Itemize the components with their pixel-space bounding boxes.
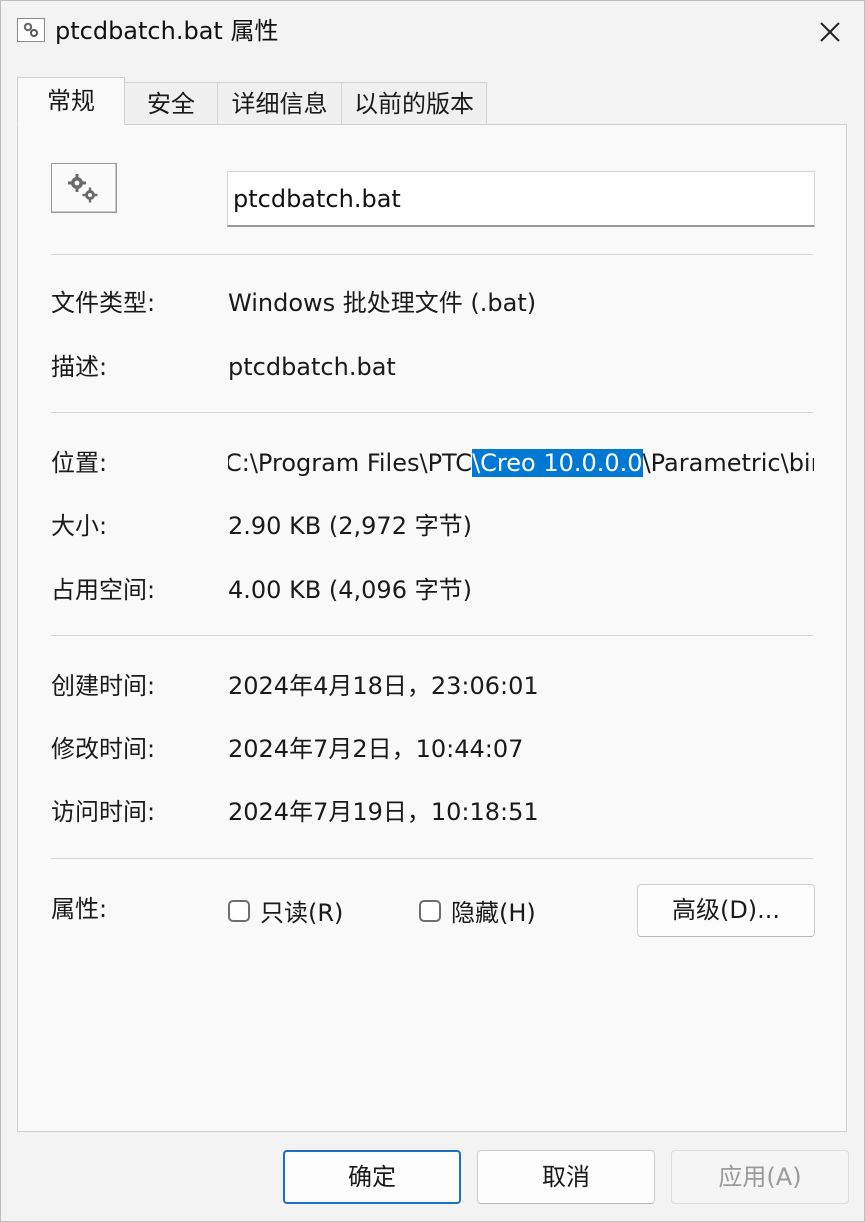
ok-button[interactable]: 确定 (283, 1150, 461, 1204)
location-text-start: C:\Program Files\PTC (228, 449, 473, 477)
hidden-label[interactable]: 隐藏(H) (451, 897, 536, 929)
size-label: 大小: (51, 512, 108, 540)
hidden-checkbox-box[interactable] (419, 900, 441, 922)
file-type-label: 文件类型: (51, 289, 156, 317)
location-label: 位置: (51, 449, 108, 477)
description-label: 描述: (51, 353, 108, 381)
divider (51, 858, 813, 859)
readonly-checkbox-box[interactable] (228, 900, 250, 922)
file-name-input[interactable] (227, 171, 815, 227)
close-button[interactable] (807, 9, 853, 55)
divider (51, 635, 813, 636)
batch-file-icon (17, 18, 45, 42)
attributes-label: 属性: (51, 895, 108, 923)
gears-icon (68, 174, 98, 203)
accessed-value: 2024年7月19日，10:18:51 (228, 798, 539, 826)
readonly-label[interactable]: 只读(R) (260, 897, 343, 929)
size-on-disk-label: 占用空间: (51, 576, 156, 604)
size-on-disk-value: 4.00 KB (4,096 字节) (228, 576, 472, 604)
size-value: 2.90 KB (2,972 字节) (228, 512, 472, 540)
window-title: ptcdbatch.bat 属性 (55, 17, 279, 45)
close-icon (820, 22, 840, 42)
accessed-label: 访问时间: (51, 798, 156, 826)
general-panel (17, 124, 847, 1132)
file-icon (51, 163, 117, 213)
tab-previous-versions[interactable]: 以前的版本 (341, 82, 487, 124)
advanced-button[interactable]: 高级(D)... (637, 884, 815, 937)
divider (51, 254, 813, 255)
location-text-end: \Parametric\bin (642, 449, 814, 477)
location-value[interactable]: C:\Program Files\PTC\Creo 10.0.0.0\Param… (228, 447, 814, 479)
file-type-value: Windows 批处理文件 (.bat) (228, 289, 537, 317)
modified-label: 修改时间: (51, 735, 156, 763)
created-value: 2024年4月18日，23:06:01 (228, 672, 539, 700)
title-bar: ptcdbatch.bat 属性 (1, 1, 864, 63)
created-label: 创建时间: (51, 672, 156, 700)
location-selection: \Creo 10.0.0.0 (472, 449, 643, 477)
tab-security[interactable]: 安全 (124, 82, 218, 124)
tab-general[interactable]: 常规 (17, 77, 125, 125)
properties-window: ptcdbatch.bat 属性 常规 安全 详细信息 以前的版本 ptcdba… (0, 0, 865, 1222)
location-field[interactable]: C:\Program Files\PTC\Creo 10.0.0.0\Param… (228, 445, 814, 481)
apply-button[interactable]: 应用(A) (671, 1150, 849, 1204)
tab-details[interactable]: 详细信息 (217, 82, 342, 124)
tab-strip: 常规 安全 详细信息 以前的版本 (17, 77, 857, 125)
divider (51, 412, 813, 413)
description-value: ptcdbatch.bat (228, 353, 396, 381)
cancel-button[interactable]: 取消 (477, 1150, 655, 1204)
modified-value: 2024年7月2日，10:44:07 (228, 735, 524, 763)
